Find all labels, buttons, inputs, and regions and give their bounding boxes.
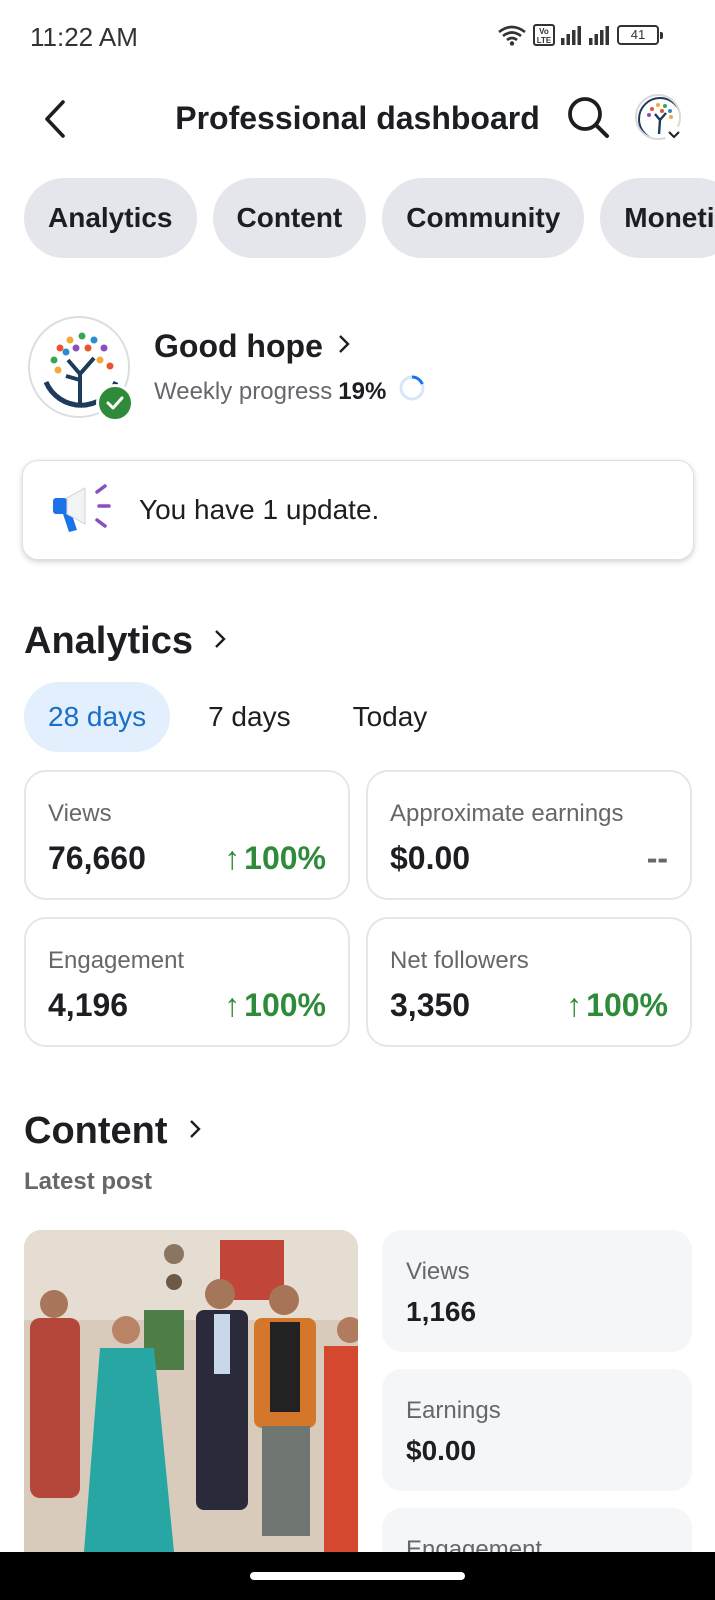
metric-label: Net followers: [390, 947, 529, 974]
updates-card[interactable]: You have 1 update.: [22, 460, 694, 560]
update-text: You have 1 update.: [139, 494, 380, 525]
metric-value: 3,350: [390, 987, 471, 1023]
progress-label: Weekly progress: [154, 377, 333, 405]
chevron-right-icon: [188, 1118, 202, 1145]
metric-label: Approximate earnings: [390, 800, 624, 827]
metric-change-value: 100%: [244, 840, 326, 876]
chevron-right-icon: [213, 628, 227, 655]
stat-label: Earnings: [406, 1397, 501, 1424]
metric-value: 4,196: [48, 987, 129, 1023]
date-range-tabs: 28 days 7 days Today: [24, 682, 465, 752]
verified-badge-icon: [96, 384, 134, 422]
chevron-right-icon: [337, 333, 351, 360]
tab-analytics[interactable]: Analytics: [24, 178, 197, 258]
profile-name-row[interactable]: Good hope: [154, 328, 351, 365]
metric-change: ↑ 100%: [566, 987, 668, 1024]
profile-summary[interactable]: Good hope Weekly progress 19%: [24, 316, 684, 426]
metric-card-views[interactable]: Views 76,660 ↑ 100%: [24, 770, 350, 900]
arrow-up-icon: ↑: [224, 987, 241, 1023]
metric-change: ↑ 100%: [224, 840, 326, 877]
tab-bar: Analytics Content Community Moneti: [0, 0, 715, 260]
home-indicator[interactable]: [250, 1572, 465, 1580]
range-tab-today[interactable]: Today: [329, 682, 452, 752]
tab-monetization[interactable]: Moneti: [600, 178, 715, 258]
tab-content[interactable]: Content: [212, 178, 367, 258]
content-title: Content: [24, 1110, 168, 1152]
post-stat-earnings: Earnings $0.00: [382, 1369, 692, 1491]
post-stat-views: Views 1,166: [382, 1230, 692, 1352]
analytics-title: Analytics: [24, 620, 193, 662]
content-header[interactable]: Content: [24, 1110, 202, 1153]
progress-ring-icon: [398, 374, 426, 409]
metric-card-engagement[interactable]: Engagement 4,196 ↑ 100%: [24, 917, 350, 1047]
metric-value: $0.00: [390, 840, 471, 876]
metric-card-earnings[interactable]: Approximate earnings $0.00 --: [366, 770, 692, 900]
stat-label: Views: [406, 1258, 470, 1285]
metric-change: ↑ 100%: [224, 987, 326, 1024]
metric-card-net-followers[interactable]: Net followers 3,350 ↑ 100%: [366, 917, 692, 1047]
latest-post-label: Latest post: [24, 1168, 153, 1195]
profile-name: Good hope: [154, 328, 323, 364]
metric-change: --: [647, 840, 668, 877]
progress-value: 19%: [338, 377, 387, 405]
weekly-progress: Weekly progress 19%: [154, 374, 426, 409]
range-tab-7-days[interactable]: 7 days: [184, 682, 315, 752]
megaphone-icon: [49, 482, 115, 539]
arrow-up-icon: ↑: [566, 987, 583, 1023]
metric-label: Views: [48, 800, 112, 827]
arrow-up-icon: ↑: [224, 840, 241, 876]
stat-value: $0.00: [406, 1435, 477, 1466]
metric-value: 76,660: [48, 840, 146, 876]
tab-community[interactable]: Community: [382, 178, 585, 258]
range-tab-28-days[interactable]: 28 days: [24, 682, 171, 752]
metric-change-value: --: [646, 840, 668, 876]
stat-value: 1,166: [406, 1296, 477, 1327]
analytics-header[interactable]: Analytics: [24, 620, 227, 663]
metric-change-value: 100%: [586, 987, 668, 1023]
metric-change-value: 100%: [244, 987, 326, 1023]
system-nav-bar: [0, 1552, 715, 1600]
metric-label: Engagement: [48, 947, 185, 974]
latest-post-thumbnail[interactable]: [24, 1230, 358, 1552]
